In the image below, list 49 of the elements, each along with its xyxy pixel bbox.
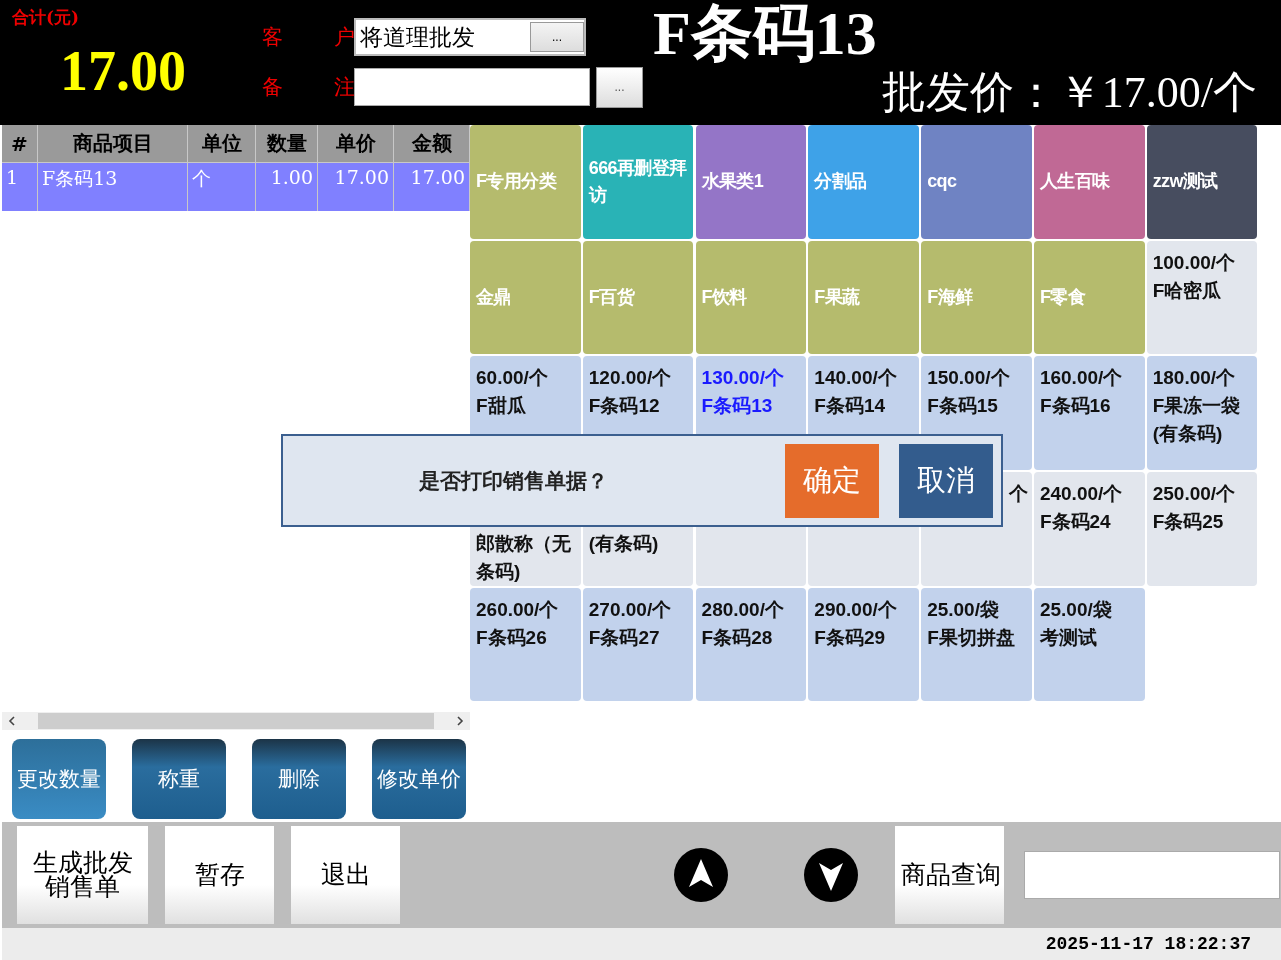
action-button[interactable]: 删除: [252, 739, 346, 819]
remark-field[interactable]: [354, 68, 590, 106]
category-tile[interactable]: 水果类1: [695, 125, 807, 239]
footer-button[interactable]: 生成批发销售单: [17, 826, 148, 924]
category-tile[interactable]: cqc: [921, 125, 1032, 239]
table-cell: 17.00: [318, 162, 394, 211]
cancel-button[interactable]: 取消: [899, 443, 993, 518]
product-tile[interactable]: 280.00/个 F条码28: [695, 587, 807, 702]
product-tile[interactable]: 160.00/个 F条码16: [1033, 356, 1145, 470]
column-header[interactable]: 数量: [256, 125, 318, 162]
table-cell: 1.00: [256, 162, 318, 211]
total-amount: 17.00: [60, 39, 186, 103]
product-tile[interactable]: 270.00/个 F条码27: [582, 587, 694, 702]
footer-button[interactable]: 暂存: [165, 826, 274, 924]
wholesale-price: 批发价：￥17.00/个: [881, 67, 1257, 119]
table-cell: F条码13: [38, 162, 188, 211]
scroll-right-icon[interactable]: [456, 716, 464, 726]
product-tile[interactable]: 180.00/个 F果冻一袋(有条码): [1146, 356, 1258, 470]
product-tile[interactable]: 100.00/个 F哈密瓜: [1146, 240, 1258, 355]
column-header[interactable]: 金额: [394, 125, 470, 162]
action-button[interactable]: 修改单价: [372, 739, 466, 819]
column-header[interactable]: 商品项目: [38, 125, 188, 162]
product-tile[interactable]: 290.00/个 F条码29: [808, 587, 919, 702]
customer-field[interactable]: 将道理批发 ...: [354, 18, 586, 56]
remark-button[interactable]: ...: [596, 66, 643, 108]
browse-button[interactable]: ...: [530, 22, 584, 52]
footer-button[interactable]: 退出: [291, 826, 400, 924]
product-tile[interactable]: 240.00/个 F条码24: [1033, 472, 1145, 586]
date-time: 2025-11-17 18:22:37: [1045, 934, 1251, 954]
search-field[interactable]: [1024, 851, 1280, 899]
scroll-left-icon[interactable]: [8, 716, 16, 726]
total-label: 合计(元): [12, 6, 80, 29]
product-tile[interactable]: 25.00/袋 F果切拼盘: [921, 587, 1032, 702]
scrollbar-thumb[interactable]: [38, 713, 434, 729]
table-cell: 17.00: [394, 162, 470, 211]
column-header[interactable]: 单位: [188, 125, 256, 162]
column-header[interactable]: #: [2, 125, 38, 162]
product-search-button[interactable]: 商品查询: [895, 826, 1004, 924]
action-button[interactable]: 称重: [132, 739, 226, 819]
product-tile[interactable]: 250.00/个 F条码25: [1146, 472, 1258, 586]
action-button[interactable]: 更改数量: [12, 739, 106, 819]
category-tile[interactable]: 人生百味: [1033, 125, 1145, 239]
product-tile[interactable]: 25.00/袋 考测试: [1033, 587, 1145, 702]
table-cell: 个: [188, 162, 256, 211]
column-header[interactable]: 单价: [318, 125, 394, 162]
category-tile[interactable]: zzw测试: [1146, 125, 1258, 239]
product-title: F条码13: [653, 0, 877, 66]
table-cell: 1: [2, 162, 38, 211]
product-tile[interactable]: 260.00/个 F条码26: [470, 587, 581, 702]
